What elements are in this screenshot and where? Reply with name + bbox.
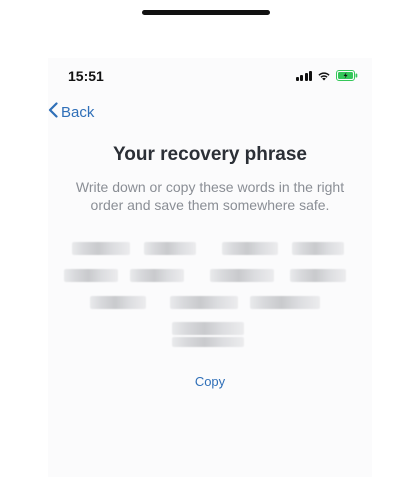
blurred-word <box>172 337 244 347</box>
blurred-word <box>172 322 244 335</box>
blurred-word <box>290 269 346 282</box>
blurred-word <box>222 242 278 255</box>
blurred-word <box>210 269 274 282</box>
recovery-words-blurred <box>48 58 372 477</box>
blurred-word <box>72 242 130 255</box>
blurred-word <box>250 296 320 309</box>
blurred-word <box>144 242 196 255</box>
phone-screen: 15:51 Back Your recovery phrase Write do… <box>48 58 372 477</box>
copy-button[interactable]: Copy <box>48 374 372 389</box>
blurred-word <box>292 242 344 255</box>
blurred-word <box>130 269 184 282</box>
home-indicator <box>142 10 270 15</box>
blurred-word <box>64 269 118 282</box>
blurred-word <box>90 296 146 309</box>
blurred-word <box>170 296 238 309</box>
screen: 15:51 Back Your recovery phrase Write do… <box>0 0 405 477</box>
